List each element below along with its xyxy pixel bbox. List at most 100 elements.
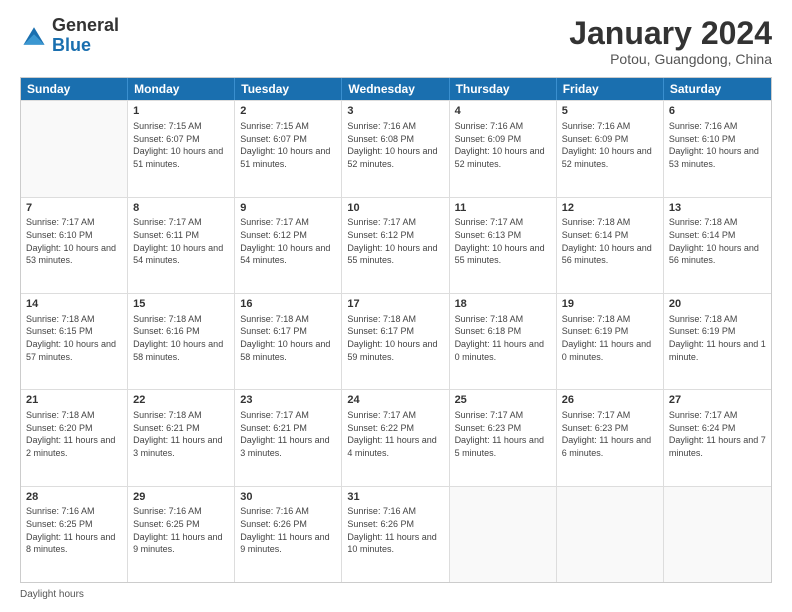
daylight-label: Daylight hours bbox=[20, 589, 84, 600]
day-info: Sunrise: 7:17 AMSunset: 6:10 PMDaylight:… bbox=[26, 216, 122, 266]
calendar-cell: 27Sunrise: 7:17 AMSunset: 6:24 PMDayligh… bbox=[664, 390, 771, 485]
footer: Daylight hours bbox=[20, 589, 772, 600]
day-info: Sunrise: 7:16 AMSunset: 6:26 PMDaylight:… bbox=[347, 505, 443, 555]
day-number: 1 bbox=[133, 104, 229, 119]
day-number: 29 bbox=[133, 490, 229, 505]
day-info: Sunrise: 7:17 AMSunset: 6:22 PMDaylight:… bbox=[347, 409, 443, 459]
day-info: Sunrise: 7:16 AMSunset: 6:10 PMDaylight:… bbox=[669, 120, 766, 170]
day-number: 16 bbox=[240, 297, 336, 312]
day-info: Sunrise: 7:16 AMSunset: 6:09 PMDaylight:… bbox=[562, 120, 658, 170]
calendar-cell: 10Sunrise: 7:17 AMSunset: 6:12 PMDayligh… bbox=[342, 198, 449, 293]
day-info: Sunrise: 7:18 AMSunset: 6:20 PMDaylight:… bbox=[26, 409, 122, 459]
calendar-cell: 8Sunrise: 7:17 AMSunset: 6:11 PMDaylight… bbox=[128, 198, 235, 293]
day-number: 23 bbox=[240, 393, 336, 408]
calendar-cell: 15Sunrise: 7:18 AMSunset: 6:16 PMDayligh… bbox=[128, 294, 235, 389]
day-info: Sunrise: 7:18 AMSunset: 6:16 PMDaylight:… bbox=[133, 313, 229, 363]
calendar-cell: 25Sunrise: 7:17 AMSunset: 6:23 PMDayligh… bbox=[450, 390, 557, 485]
calendar-cell: 21Sunrise: 7:18 AMSunset: 6:20 PMDayligh… bbox=[21, 390, 128, 485]
calendar-cell: 30Sunrise: 7:16 AMSunset: 6:26 PMDayligh… bbox=[235, 487, 342, 582]
day-info: Sunrise: 7:17 AMSunset: 6:12 PMDaylight:… bbox=[240, 216, 336, 266]
day-number: 11 bbox=[455, 201, 551, 216]
day-info: Sunrise: 7:17 AMSunset: 6:13 PMDaylight:… bbox=[455, 216, 551, 266]
calendar-cell: 31Sunrise: 7:16 AMSunset: 6:26 PMDayligh… bbox=[342, 487, 449, 582]
day-number: 19 bbox=[562, 297, 658, 312]
calendar-cell: 29Sunrise: 7:16 AMSunset: 6:25 PMDayligh… bbox=[128, 487, 235, 582]
calendar-header-saturday: Saturday bbox=[664, 78, 771, 100]
day-info: Sunrise: 7:18 AMSunset: 6:19 PMDaylight:… bbox=[669, 313, 766, 363]
calendar-cell: 13Sunrise: 7:18 AMSunset: 6:14 PMDayligh… bbox=[664, 198, 771, 293]
day-number: 15 bbox=[133, 297, 229, 312]
calendar-cell: 1Sunrise: 7:15 AMSunset: 6:07 PMDaylight… bbox=[128, 101, 235, 196]
calendar-cell: 16Sunrise: 7:18 AMSunset: 6:17 PMDayligh… bbox=[235, 294, 342, 389]
calendar-body: 1Sunrise: 7:15 AMSunset: 6:07 PMDaylight… bbox=[21, 100, 771, 582]
day-info: Sunrise: 7:16 AMSunset: 6:09 PMDaylight:… bbox=[455, 120, 551, 170]
day-number: 5 bbox=[562, 104, 658, 119]
month-title: January 2024 bbox=[569, 16, 772, 51]
calendar-cell: 22Sunrise: 7:18 AMSunset: 6:21 PMDayligh… bbox=[128, 390, 235, 485]
calendar-week-5: 28Sunrise: 7:16 AMSunset: 6:25 PMDayligh… bbox=[21, 486, 771, 582]
calendar-cell bbox=[664, 487, 771, 582]
calendar-cell: 6Sunrise: 7:16 AMSunset: 6:10 PMDaylight… bbox=[664, 101, 771, 196]
day-number: 7 bbox=[26, 201, 122, 216]
calendar-cell: 19Sunrise: 7:18 AMSunset: 6:19 PMDayligh… bbox=[557, 294, 664, 389]
day-number: 10 bbox=[347, 201, 443, 216]
day-info: Sunrise: 7:18 AMSunset: 6:17 PMDaylight:… bbox=[240, 313, 336, 363]
calendar-cell: 12Sunrise: 7:18 AMSunset: 6:14 PMDayligh… bbox=[557, 198, 664, 293]
calendar-cell: 14Sunrise: 7:18 AMSunset: 6:15 PMDayligh… bbox=[21, 294, 128, 389]
calendar-week-1: 1Sunrise: 7:15 AMSunset: 6:07 PMDaylight… bbox=[21, 100, 771, 196]
day-number: 24 bbox=[347, 393, 443, 408]
logo: General Blue bbox=[20, 16, 119, 56]
day-number: 9 bbox=[240, 201, 336, 216]
calendar-cell: 9Sunrise: 7:17 AMSunset: 6:12 PMDaylight… bbox=[235, 198, 342, 293]
logo-text: General Blue bbox=[52, 16, 119, 56]
calendar-cell: 5Sunrise: 7:16 AMSunset: 6:09 PMDaylight… bbox=[557, 101, 664, 196]
calendar-cell: 7Sunrise: 7:17 AMSunset: 6:10 PMDaylight… bbox=[21, 198, 128, 293]
day-info: Sunrise: 7:17 AMSunset: 6:24 PMDaylight:… bbox=[669, 409, 766, 459]
calendar-cell: 28Sunrise: 7:16 AMSunset: 6:25 PMDayligh… bbox=[21, 487, 128, 582]
day-number: 13 bbox=[669, 201, 766, 216]
day-info: Sunrise: 7:18 AMSunset: 6:14 PMDaylight:… bbox=[669, 216, 766, 266]
day-info: Sunrise: 7:16 AMSunset: 6:26 PMDaylight:… bbox=[240, 505, 336, 555]
calendar-week-3: 14Sunrise: 7:18 AMSunset: 6:15 PMDayligh… bbox=[21, 293, 771, 389]
calendar-cell: 18Sunrise: 7:18 AMSunset: 6:18 PMDayligh… bbox=[450, 294, 557, 389]
day-number: 30 bbox=[240, 490, 336, 505]
day-number: 27 bbox=[669, 393, 766, 408]
calendar-cell: 23Sunrise: 7:17 AMSunset: 6:21 PMDayligh… bbox=[235, 390, 342, 485]
logo-icon bbox=[20, 22, 48, 50]
day-number: 8 bbox=[133, 201, 229, 216]
day-number: 18 bbox=[455, 297, 551, 312]
day-number: 31 bbox=[347, 490, 443, 505]
day-info: Sunrise: 7:16 AMSunset: 6:25 PMDaylight:… bbox=[133, 505, 229, 555]
calendar-week-4: 21Sunrise: 7:18 AMSunset: 6:20 PMDayligh… bbox=[21, 389, 771, 485]
title-block: January 2024 Potou, Guangdong, China bbox=[569, 16, 772, 67]
calendar-cell: 20Sunrise: 7:18 AMSunset: 6:19 PMDayligh… bbox=[664, 294, 771, 389]
calendar-cell: 26Sunrise: 7:17 AMSunset: 6:23 PMDayligh… bbox=[557, 390, 664, 485]
day-info: Sunrise: 7:18 AMSunset: 6:21 PMDaylight:… bbox=[133, 409, 229, 459]
calendar-header-thursday: Thursday bbox=[450, 78, 557, 100]
day-info: Sunrise: 7:17 AMSunset: 6:12 PMDaylight:… bbox=[347, 216, 443, 266]
day-info: Sunrise: 7:17 AMSunset: 6:23 PMDaylight:… bbox=[562, 409, 658, 459]
day-number: 21 bbox=[26, 393, 122, 408]
calendar-header-sunday: Sunday bbox=[21, 78, 128, 100]
day-number: 4 bbox=[455, 104, 551, 119]
day-info: Sunrise: 7:17 AMSunset: 6:11 PMDaylight:… bbox=[133, 216, 229, 266]
day-info: Sunrise: 7:16 AMSunset: 6:25 PMDaylight:… bbox=[26, 505, 122, 555]
calendar: SundayMondayTuesdayWednesdayThursdayFrid… bbox=[20, 77, 772, 583]
day-number: 17 bbox=[347, 297, 443, 312]
day-number: 25 bbox=[455, 393, 551, 408]
day-info: Sunrise: 7:18 AMSunset: 6:19 PMDaylight:… bbox=[562, 313, 658, 363]
calendar-cell: 2Sunrise: 7:15 AMSunset: 6:07 PMDaylight… bbox=[235, 101, 342, 196]
calendar-cell: 17Sunrise: 7:18 AMSunset: 6:17 PMDayligh… bbox=[342, 294, 449, 389]
header: General Blue January 2024 Potou, Guangdo… bbox=[20, 16, 772, 67]
calendar-header-wednesday: Wednesday bbox=[342, 78, 449, 100]
day-number: 22 bbox=[133, 393, 229, 408]
day-number: 14 bbox=[26, 297, 122, 312]
day-info: Sunrise: 7:18 AMSunset: 6:18 PMDaylight:… bbox=[455, 313, 551, 363]
calendar-cell bbox=[450, 487, 557, 582]
day-number: 26 bbox=[562, 393, 658, 408]
day-info: Sunrise: 7:15 AMSunset: 6:07 PMDaylight:… bbox=[133, 120, 229, 170]
calendar-week-2: 7Sunrise: 7:17 AMSunset: 6:10 PMDaylight… bbox=[21, 197, 771, 293]
calendar-header-monday: Monday bbox=[128, 78, 235, 100]
calendar-cell: 4Sunrise: 7:16 AMSunset: 6:09 PMDaylight… bbox=[450, 101, 557, 196]
location: Potou, Guangdong, China bbox=[569, 51, 772, 67]
